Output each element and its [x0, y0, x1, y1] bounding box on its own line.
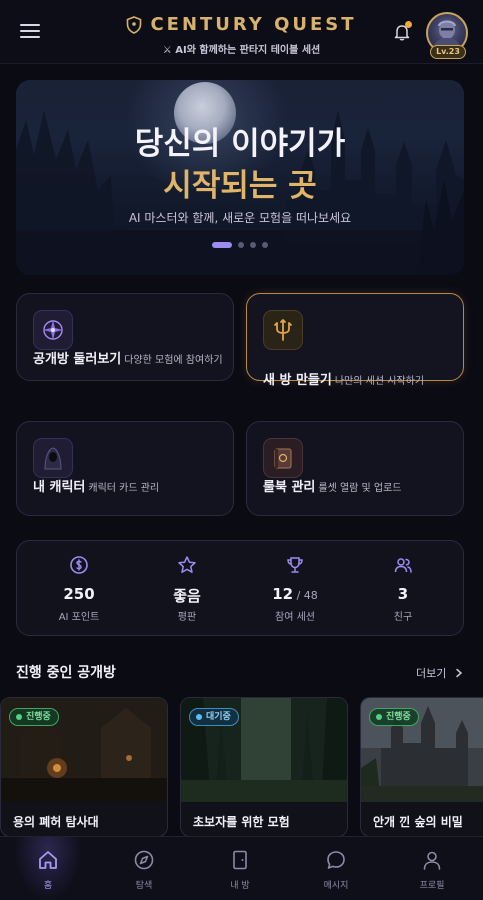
- trophy-icon: [287, 557, 303, 573]
- card-desc: 룰셋 열람 및 업로드: [318, 483, 402, 494]
- friends-icon: [394, 558, 412, 573]
- nav-label: 메시지: [323, 881, 349, 891]
- status-badge: 진행중: [9, 708, 59, 726]
- stat-value: 12 / 48: [272, 585, 318, 603]
- app-header: CENTURY QUEST ⚔ AI와 함께하는 판타지 테이블 세션 Lv.2…: [0, 0, 483, 64]
- room-card[interactable]: 대기중 초보자를 위한 모험: [180, 697, 348, 837]
- hero-banner[interactable]: 당신의 이야기가 시작되는 곳 AI 마스터와 함께, 새로운 모험을 떠나보세…: [16, 80, 464, 275]
- nav-profile[interactable]: 프로필: [384, 837, 480, 900]
- card-text: 룰북 관리 룰셋 열람 및 업로드: [263, 478, 463, 499]
- notification-dot: [405, 21, 412, 28]
- shield-icon: [127, 15, 142, 34]
- spellbook-icon: [263, 438, 303, 478]
- carousel-dot[interactable]: [250, 242, 256, 248]
- level-badge: Lv.23: [430, 45, 466, 59]
- room-name: 초보자를 위한 모험: [193, 815, 290, 829]
- app-title: CENTURY QUEST: [150, 14, 357, 35]
- stat-value: 3: [397, 585, 409, 603]
- carousel-dot[interactable]: [212, 242, 232, 248]
- compass-icon: [134, 850, 154, 870]
- coin-icon: [70, 556, 88, 574]
- room-name: 용의 폐허 탐사대: [13, 815, 99, 829]
- browse-public-rooms-card[interactable]: 공개방 둘러보기 다양한 모험에 참여하기: [16, 293, 234, 381]
- nav-label: 프로필: [419, 881, 445, 891]
- trident-icon: [263, 310, 303, 350]
- hero-subtitle: AI 마스터와 함께, 새로운 모험을 떠나보세요: [128, 211, 352, 225]
- status-dot: [196, 714, 202, 720]
- card-title: 새 방 만들기: [263, 373, 332, 388]
- carousel-dot[interactable]: [262, 242, 268, 248]
- rulebook-card[interactable]: 룰북 관리 룰셋 열람 및 업로드: [246, 421, 464, 516]
- carousel-dot[interactable]: [238, 242, 244, 248]
- card-desc: 나만의 세션 시작하기: [334, 376, 425, 387]
- stat-reputation: 좋음 평판: [131, 541, 243, 637]
- home-icon: [39, 851, 57, 869]
- nav-label: 홈: [43, 881, 53, 891]
- stat-label: AI 포인트: [58, 612, 100, 623]
- section-title: 진행 중인 공개방: [16, 665, 116, 681]
- card-text: 내 캐릭터 캐릭터 카드 관리: [33, 478, 233, 499]
- stat-label: 친구: [393, 612, 413, 623]
- stat-ai-points: 250 AI 포인트: [23, 541, 135, 637]
- card-title: 내 캐릭터: [33, 480, 86, 495]
- card-text: 새 방 만들기 나만의 세션 시작하기: [263, 371, 463, 392]
- card-title: 공개방 둘러보기: [33, 352, 122, 367]
- status-badge: 진행중: [369, 708, 419, 726]
- card-text: 공개방 둘러보기 다양한 모험에 참여하기: [33, 350, 233, 371]
- stats-panel: 250 AI 포인트 좋음 평판 12 / 48 참여 세션 3 친구: [16, 540, 464, 636]
- hero-title-line1: 당신의 이야기가: [134, 126, 346, 162]
- nav-label: 탐색: [135, 881, 153, 891]
- star-icon: [178, 556, 196, 573]
- more-label: 더보기: [416, 667, 447, 680]
- stat-sessions: 12 / 48 참여 세션: [239, 541, 351, 637]
- app-subtitle: ⚔ AI와 함께하는 판타지 테이블 세션: [162, 45, 321, 56]
- stat-value: 좋음: [173, 587, 201, 605]
- card-desc: 다양한 모험에 참여하기: [124, 355, 223, 366]
- nav-label: 내 방: [230, 881, 250, 891]
- status-badge: 대기중: [189, 708, 239, 726]
- nav-home[interactable]: 홈: [0, 837, 96, 900]
- card-title: 룰북 관리: [263, 480, 316, 495]
- chat-icon: [327, 851, 345, 869]
- status-dot: [376, 714, 382, 720]
- user-icon: [423, 851, 441, 870]
- nav-explore[interactable]: 탐색: [96, 837, 192, 900]
- compass-rune-icon: [33, 310, 73, 350]
- room-name: 안개 낀 숲의 비밀: [373, 815, 463, 829]
- room-card[interactable]: 진행중 안개 낀 숲의 비밀: [360, 697, 483, 837]
- door-icon: [233, 850, 247, 870]
- room-card[interactable]: 진행중 용의 폐허 탐사대: [0, 697, 168, 837]
- hooded-figure-icon: [33, 438, 73, 478]
- chevron-right-icon: [456, 668, 463, 678]
- nav-my-rooms[interactable]: 내 방: [192, 837, 288, 900]
- my-character-card[interactable]: 내 캐릭터 캐릭터 카드 관리: [16, 421, 234, 516]
- status-dot: [16, 714, 22, 720]
- carousel-dots: [212, 242, 268, 248]
- bottom-nav: 홈 탐색 내 방 메시지 프로필: [0, 836, 483, 900]
- stat-label: 평판: [177, 612, 197, 623]
- stat-value: 250: [63, 585, 95, 603]
- create-room-card[interactable]: 새 방 만들기 나만의 세션 시작하기: [246, 293, 464, 388]
- stat-friends: 3 친구: [347, 541, 459, 637]
- hero-title-line2: 시작되는 곳: [163, 168, 317, 204]
- more-link[interactable]: 더보기: [416, 665, 464, 681]
- nav-messages[interactable]: 메시지: [288, 837, 384, 900]
- card-desc: 캐릭터 카드 관리: [88, 483, 160, 494]
- stat-label: 참여 세션: [275, 612, 315, 623]
